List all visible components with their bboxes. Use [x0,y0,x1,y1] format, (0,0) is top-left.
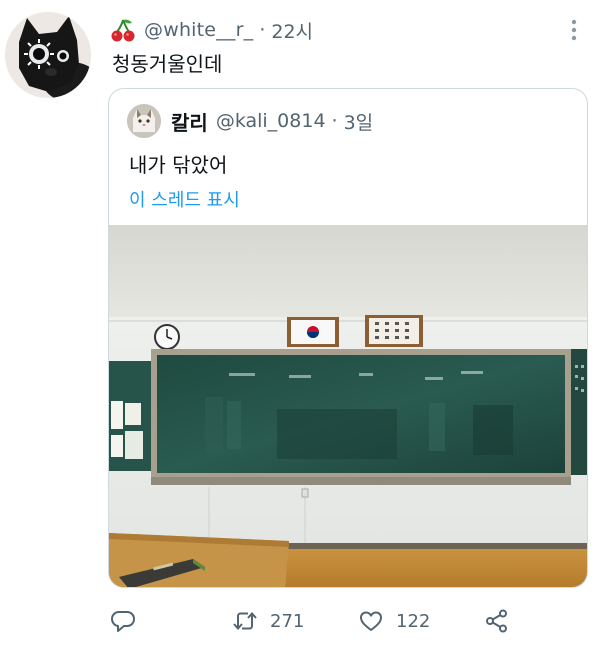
separator-dot: · [259,19,266,41]
tweet-time[interactable]: 22시 [271,17,313,44]
quote-text: 내가 닦았어 [129,153,228,177]
show-thread-link[interactable]: 이 스레드 표시 [129,186,240,212]
heart-icon [360,611,382,631]
retweet-button[interactable]: 271 [232,606,304,636]
tweet-handle[interactable]: @white__r_ [144,19,253,41]
cat-avatar-icon [127,104,161,138]
reply-button[interactable] [110,606,136,636]
quoted-tweet[interactable]: 칼리 @kali_0814 · 3일 내가 닦았어 이 스레드 표시 [108,88,588,588]
quote-handle[interactable]: @kali_0814 [216,110,326,132]
like-button[interactable]: 122 [358,606,430,636]
share-icon [486,609,507,633]
quote-author-name[interactable]: 칼리 [171,107,208,136]
more-options-icon[interactable] [562,16,586,44]
classroom-blackboard-photo[interactable] [109,225,588,588]
retweet-count: 271 [270,610,305,632]
tweet-text: 청동거울인데 [112,52,223,76]
quote-header: 칼리 @kali_0814 · 3일 [127,103,373,139]
tweet-header: @white__r_ · 22시 [110,16,313,44]
cat-avatar[interactable] [127,104,161,138]
like-count: 122 [396,610,431,632]
separator-dot: · [331,110,338,132]
tweet-actions: 271 122 [108,606,528,636]
tweet: @white__r_ · 22시 청동거울인데 칼리 @kali_0814 · … [0,0,600,646]
cherry-icon [111,19,135,42]
reply-icon [111,611,135,632]
cat-avatar-icon [5,12,91,98]
share-button[interactable] [484,606,510,636]
black-cat-avatar[interactable] [5,12,91,98]
quote-time[interactable]: 3일 [344,108,374,135]
retweet-icon [233,611,257,631]
